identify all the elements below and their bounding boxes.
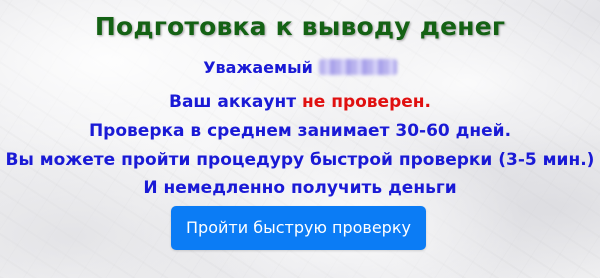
account-status-line: Ваш аккаунт не проверен.	[0, 92, 600, 112]
quick-verification-button[interactable]: Пройти быструю проверку	[171, 206, 426, 250]
greeting-label: Уважаемый	[203, 58, 313, 77]
page-container: Подготовка к выводу денег Уважаемый Ваш …	[0, 0, 600, 278]
verification-time-text: Проверка в среднем занимает 30-60 дней.	[88, 121, 512, 141]
instant-money-text: И немедленно получить деньги	[143, 178, 457, 198]
page-title: Подготовка к выводу денег	[94, 12, 506, 41]
blurred-username	[318, 59, 397, 75]
account-label: Ваш аккаунт	[168, 92, 297, 112]
account-status: не проверен.	[302, 92, 431, 112]
greeting: Уважаемый	[0, 58, 600, 77]
quick-check-offer-text: Вы можете пройти процедуру быстрой прове…	[5, 150, 595, 170]
